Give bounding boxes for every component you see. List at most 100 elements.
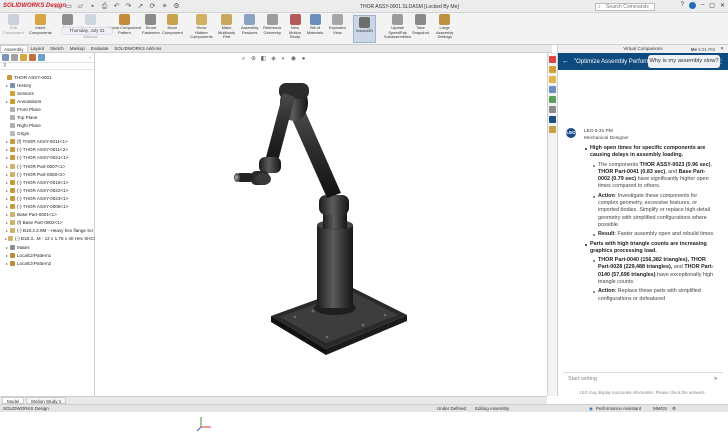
tree-item[interactable]: Right Plane — [0, 122, 95, 130]
graphics-area[interactable] — [95, 53, 547, 432]
instant3d-button[interactable]: Instant3D — [353, 15, 377, 43]
tree-item[interactable]: ▸ Mates — [0, 243, 95, 251]
view-palette-icon[interactable] — [549, 86, 556, 93]
tree-item[interactable]: ▸ (-) THOR ASSY-0011<2> — [0, 146, 95, 154]
expand-arrow-icon[interactable]: ▸ — [5, 220, 9, 225]
expand-arrow-icon[interactable]: ▸ — [5, 196, 9, 201]
message-input[interactable]: Start writing ➤ — [563, 372, 723, 384]
user-avatar-icon[interactable] — [688, 2, 696, 9]
tree-item[interactable]: ▸ (-) THOR ASSY-0022<1> — [0, 186, 95, 194]
zoom-to-fit-icon[interactable]: ⌕ — [240, 56, 247, 63]
expand-arrow-icon[interactable]: ▸ — [5, 228, 9, 233]
tree-item[interactable]: ▸ (-) THOR ASSY-0015<1> — [0, 178, 95, 186]
design-library-icon[interactable] — [549, 66, 556, 73]
tree-item[interactable]: ▸ Base Part-0001<1> — [0, 211, 95, 219]
options-icon[interactable]: ⚙ — [172, 2, 181, 11]
tree-filter[interactable]: ⊽ — [0, 63, 94, 70]
tree-item[interactable]: Front Plane — [0, 105, 95, 113]
maximize-icon[interactable]: ▢ — [709, 2, 715, 9]
save-icon[interactable]: ▪ — [88, 2, 97, 11]
tree-item[interactable]: Origin — [0, 130, 95, 138]
robot-arm-model[interactable] — [95, 53, 547, 396]
tree-item[interactable]: ▸ LocalCirPattern1 — [0, 251, 95, 259]
expand-arrow-icon[interactable]: ▸ — [5, 155, 9, 160]
show-hidden-button[interactable]: Show Hidden Components — [190, 14, 213, 40]
back-arrow-icon[interactable]: ← — [562, 58, 569, 65]
smart-fasteners-button[interactable]: Smart Fasteners — [142, 14, 160, 35]
tree-item[interactable]: ▸ LocalCirPattern2 — [0, 259, 95, 267]
tree-item[interactable]: ▸ (-) THOR ASSY-0021<1> — [0, 154, 95, 162]
view-orientation-icon[interactable]: ◈ — [270, 56, 277, 63]
expand-arrow-icon[interactable]: ▸ — [5, 83, 9, 88]
custom-properties-icon[interactable] — [549, 106, 556, 113]
virtual-companion-icon[interactable] — [549, 116, 556, 123]
tab-solidworks-add-ins[interactable]: SOLIDWORKS Add-Ins — [111, 45, 164, 52]
redo-icon[interactable]: ↷ — [124, 2, 133, 11]
tab-layout[interactable]: Layout — [28, 45, 48, 52]
section-view-icon[interactable]: ◧ — [260, 56, 267, 63]
zoom-area-icon[interactable]: ⊕ — [250, 56, 257, 63]
expand-arrow-icon[interactable]: ▸ — [5, 204, 9, 209]
tree-item[interactable]: ▸ (f) Base Part-0002<1> — [0, 219, 95, 227]
expand-arrow-icon[interactable]: ▸ — [5, 212, 9, 217]
tab-assembly[interactable]: Assembly — [0, 45, 28, 52]
expand-arrow-icon[interactable]: ▸ — [5, 164, 9, 169]
expand-arrow-icon[interactable]: ▸ — [5, 188, 9, 193]
expand-arrow-icon[interactable]: ▸ — [5, 147, 9, 152]
undo-icon[interactable]: ↶ — [112, 2, 121, 11]
tree-item[interactable]: Sensors — [0, 89, 95, 97]
print-icon[interactable]: ⎙ — [100, 2, 109, 11]
minimize-icon[interactable]: – — [701, 2, 704, 9]
tree-item[interactable]: ▸ (-) THOR Part-0007<1> — [0, 162, 95, 170]
expand-arrow-icon[interactable]: ▸ — [5, 253, 9, 258]
file-properties-icon[interactable]: ≡ — [160, 2, 169, 11]
select-icon[interactable]: ➚ — [136, 2, 145, 11]
expand-arrow-icon[interactable]: ▸ — [5, 236, 7, 241]
tree-item[interactable]: ▸ (-) THOR Part-0050<2> — [0, 170, 95, 178]
panel-close-icon[interactable]: ✕ — [720, 45, 724, 53]
tree-item[interactable]: ▸ Annotations — [0, 97, 95, 105]
tree-item[interactable]: THOR ASSY-0001 — [0, 73, 95, 81]
expand-arrow-icon[interactable]: ▸ — [5, 180, 9, 185]
insert-components-button[interactable]: Insert Components — [29, 14, 52, 35]
tree-item[interactable]: ▸ (-) B18.2.3.9M - Heavy hex flange scr — [0, 227, 95, 235]
appearances-icon[interactable] — [549, 96, 556, 103]
display-manager-icon[interactable] — [38, 54, 45, 61]
snapshot-button[interactable]: Take Snapshot — [412, 14, 429, 35]
expand-arrow-icon[interactable]: ▸ — [5, 245, 9, 250]
close-icon[interactable]: ✕ — [720, 2, 725, 9]
model-tab-motion-study-1[interactable]: Motion Study 1 — [26, 397, 67, 404]
solidworks-resources-icon[interactable] — [549, 56, 556, 63]
large-assembly-button[interactable]: Large Assembly Settings — [436, 14, 453, 40]
tab-markup[interactable]: Markup — [67, 45, 88, 52]
edit-component-button[interactable]: Edit Component — [3, 14, 24, 35]
tree-item[interactable]: ▸ (-) THOR ASSY-0023<1> — [0, 194, 95, 202]
rebuild-icon[interactable]: ⟳ — [148, 2, 157, 11]
dimxpert-icon[interactable] — [29, 54, 36, 61]
speedpak-button[interactable]: Update SpeedPak Subassemblies — [384, 14, 411, 40]
send-icon[interactable]: ➤ — [713, 373, 718, 385]
configuration-manager-icon[interactable] — [20, 54, 27, 61]
tab-sketch[interactable]: Sketch — [47, 45, 67, 52]
tab-evaluate[interactable]: Evaluate — [88, 45, 112, 52]
tree-item[interactable]: ▸ History — [0, 81, 95, 89]
property-manager-icon[interactable] — [11, 54, 18, 61]
search-commands-input[interactable]: ⌕ Search Commands — [595, 3, 655, 11]
toolbox-icon[interactable] — [549, 126, 556, 133]
expand-arrow-icon[interactable]: ▸ — [5, 261, 9, 266]
assembly-features-button[interactable]: Assembly Features — [241, 14, 258, 35]
move-component-button[interactable]: Move Component — [162, 14, 183, 35]
bom-button[interactable]: Bill of Materials — [307, 14, 323, 35]
motion-study-button[interactable]: New Motion Study — [289, 14, 301, 40]
reference-geometry-button[interactable]: Reference Geometry — [263, 14, 281, 35]
expand-arrow-icon[interactable]: ▸ — [5, 172, 9, 177]
open-file-icon[interactable]: ▱ — [76, 2, 85, 11]
expand-arrow-icon[interactable]: ▸ — [5, 99, 9, 104]
home-icon[interactable]: ⌂ — [52, 2, 61, 11]
multibody-part-button[interactable]: Make Multibody Part — [218, 14, 235, 40]
exploded-view-button[interactable]: Exploded View — [329, 14, 346, 35]
new-file-icon[interactable]: ▭ — [64, 2, 73, 11]
appearance-icon[interactable]: ● — [300, 56, 307, 63]
hide-show-items-icon[interactable]: ◉ — [290, 56, 297, 63]
model-tab-model[interactable]: Model — [2, 397, 25, 404]
